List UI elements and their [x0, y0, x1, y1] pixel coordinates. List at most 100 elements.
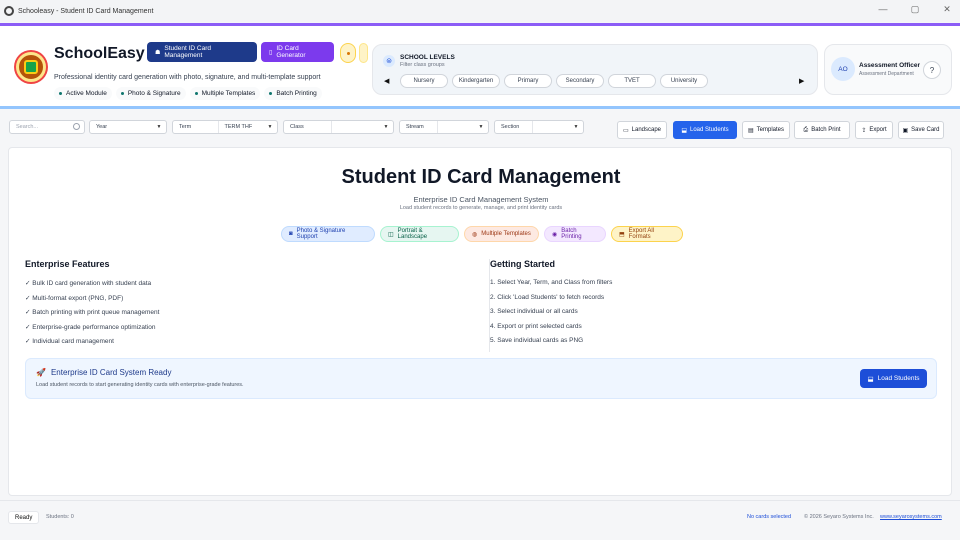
list-item: ✓ Multi-format export (PNG, PDF) [25, 294, 124, 302]
badge-label: Multiple Templates [201, 90, 256, 97]
download-icon: ⬓ [867, 375, 874, 383]
page-subtitle: Enterprise ID Card Management System [413, 195, 549, 204]
avatar[interactable]: AO [831, 57, 855, 81]
module-badges: Active Module Photo & Signature Multiple… [54, 87, 322, 100]
features-section: Enterprise Features ✓ Bulk ID card gener… [25, 259, 475, 352]
id-card-generator-button[interactable]: ▯ ID Card Generator [261, 42, 334, 62]
button-label: ID Card Generator [276, 45, 306, 59]
user-department: Assessment Department [859, 71, 914, 77]
id-card-management-button[interactable]: ☗ Student ID Card Management [147, 42, 257, 62]
download-icon: ⬓ [681, 127, 687, 134]
dot-icon [194, 92, 198, 95]
list-item: 1. Select Year, Term, and Class from fil… [490, 279, 613, 286]
select-label: Stream [406, 124, 424, 130]
button-label: Load Students [877, 375, 920, 382]
chevron-left-icon[interactable]: ◀ [384, 77, 389, 85]
list-item: ✓ Bulk ID card generation with student d… [25, 280, 152, 287]
select-value [436, 121, 475, 133]
badge-active-module: Active Module [54, 87, 112, 100]
ready-subtitle: Load student records to start generating… [36, 382, 244, 388]
feature-pills: ◙ Photo & Signature Support ◫ Portrait & L… [281, 226, 683, 242]
app-header: SchoolEasy Professional identity card ge… [0, 23, 960, 109]
features-list: ✓ Bulk ID card generation with student d… [25, 279, 475, 352]
theme-toggle[interactable] [340, 43, 356, 63]
load-students-banner-button[interactable]: ⬓ Load Students [860, 369, 927, 388]
feature-pill-portrait-landscape: ◫ Portrait & Landscape [380, 226, 459, 242]
chevron-down-icon: ▼ [478, 124, 484, 130]
school-levels-panel: ⊜ SCHOOL LEVELS Filter class groups ◀ Nu… [372, 44, 818, 95]
landscape-button[interactable]: ▭ Landscape [617, 121, 667, 139]
save-icon: ▣ [902, 127, 909, 134]
templates-button[interactable]: ▤ Templates [742, 121, 790, 139]
levels-list: Nursery Kindergarten Primary Secondary T… [400, 74, 708, 88]
copyright-text: © 2026 Seyaro Systems Inc. [804, 514, 874, 520]
window-controls: — ▢ ✕ [878, 4, 952, 15]
chevron-down-icon: ▼ [156, 124, 162, 130]
search-icon [73, 123, 80, 130]
pill-label: Multiple Templates [481, 231, 531, 237]
load-students-button[interactable]: ⬓ Load Students [673, 121, 737, 139]
level-chip-nursery[interactable]: Nursery [400, 74, 448, 88]
template-icon: ▤ [747, 127, 754, 134]
level-chip-university[interactable]: University [660, 74, 708, 88]
year-select[interactable]: Year ▼ [89, 120, 167, 134]
badge-batch-printing: Batch Printing [264, 87, 322, 100]
system-ready-banner: 🚀 Enterprise ID Card System Ready Load s… [25, 358, 937, 399]
page-title: Student ID Card Management [341, 166, 621, 188]
button-label: Load Students [689, 127, 729, 133]
levels-subtitle: Filter class groups [400, 62, 445, 68]
select-label: Year [96, 124, 108, 130]
class-select[interactable]: Class ▼ [283, 120, 394, 134]
user-panel: AO Assessment Officer Assessment Departm… [824, 44, 952, 95]
website-link[interactable]: www.seyarosystems.com [880, 514, 942, 520]
button-label: Templates [756, 127, 785, 133]
school-logo [16, 52, 46, 82]
list-item: ✓ Enterprise-grade performance optimizat… [25, 323, 156, 331]
logo-emblem [24, 60, 38, 74]
window-titlebar: Schooleasy - Student ID Card Management … [0, 0, 960, 22]
dot-icon [59, 92, 62, 95]
badge-label: Batch Printing [276, 90, 317, 97]
sun-icon [346, 51, 350, 55]
getting-started-section: Getting Started 1. Select Year, Term, an… [489, 259, 939, 352]
level-chip-tvet[interactable]: TVET [608, 74, 656, 88]
feature-pill-multiple-templates: ◍ Multiple Templates [464, 226, 539, 242]
export-icon: ⇪ [861, 127, 867, 134]
badge-label: Photo & Signature [127, 90, 181, 97]
help-button[interactable]: ? [923, 61, 941, 79]
list-item: ✓ Batch printing with print queue manage… [25, 309, 160, 316]
page-description: Load student records to generate, manage… [399, 205, 563, 211]
palette-icon: ◍ [472, 231, 478, 238]
pill-label: Batch Printing [561, 228, 582, 240]
theme-toggle-secondary[interactable] [359, 43, 368, 63]
features-title: Enterprise Features [25, 259, 110, 269]
maximize-icon[interactable]: ▢ [910, 4, 920, 15]
ready-title: 🚀 Enterprise ID Card System Ready [36, 368, 171, 377]
chevron-down-icon: ▼ [267, 124, 273, 130]
minimize-icon[interactable]: — [878, 4, 888, 15]
list-item: ✓ Individual card management [25, 338, 114, 345]
export-button[interactable]: ⇪ Export [855, 121, 893, 139]
pill-label: Export All Formats [628, 228, 655, 240]
level-chip-primary[interactable]: Primary [504, 74, 552, 88]
close-icon[interactable]: ✕ [942, 4, 952, 15]
level-chip-kindergarten[interactable]: Kindergarten [452, 74, 500, 88]
button-label: Batch Print [811, 127, 841, 133]
term-select[interactable]: Term TERM THF ▼ [172, 120, 278, 134]
level-chip-secondary[interactable]: Secondary [556, 74, 604, 88]
stream-select[interactable]: Stream ▼ [399, 120, 489, 134]
save-card-button[interactable]: ▣ Save Card [898, 121, 944, 139]
card-icon: ▯ [269, 49, 273, 56]
select-label: Class [290, 124, 304, 130]
batch-print-button[interactable]: ⎙ Batch Print [794, 121, 850, 139]
chevron-right-icon[interactable]: ▶ [799, 77, 804, 85]
pill-label: Portrait & Landscape [397, 228, 428, 240]
feature-pill-batch-printing: ◉ Batch Printing [544, 226, 606, 242]
app-icon [4, 6, 14, 16]
steps-list: 1. Select Year, Term, and Class from fil… [490, 279, 939, 352]
layers-icon: ⊜ [383, 55, 395, 67]
button-label: Export [869, 127, 887, 133]
section-select[interactable]: Section ▼ [494, 120, 584, 134]
dot-icon [269, 92, 273, 95]
printer-icon: ⎙ [803, 126, 809, 133]
